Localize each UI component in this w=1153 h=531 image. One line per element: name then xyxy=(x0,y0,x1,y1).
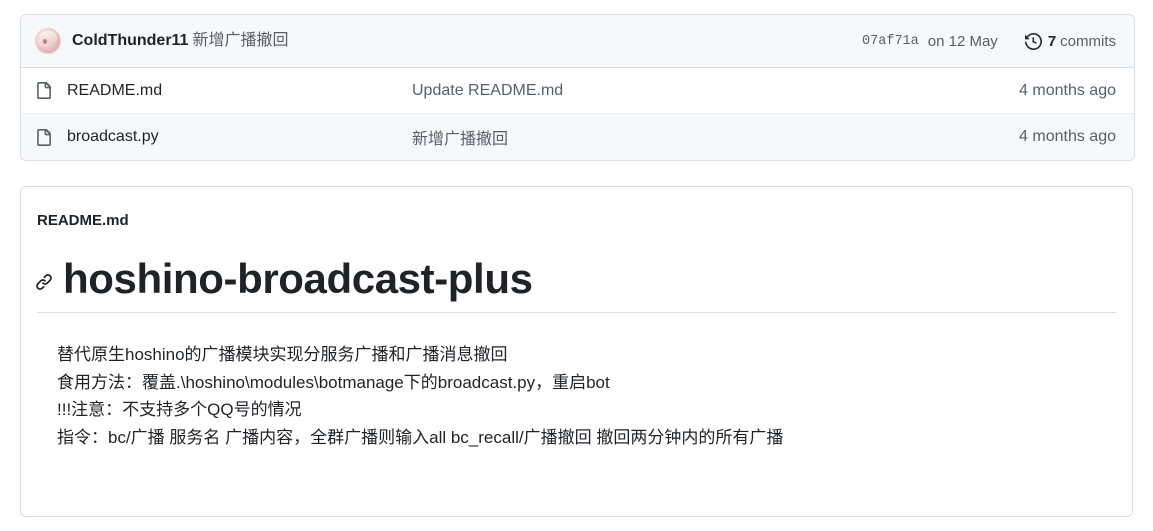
file-icon xyxy=(35,128,57,146)
latest-commit-header: ColdThunder11 新增广播撤回 07af71a on 12 May 7 … xyxy=(21,15,1134,68)
file-name-link[interactable]: broadcast.py xyxy=(67,128,412,146)
heading-divider xyxy=(37,312,1116,314)
commit-author-link[interactable]: ColdThunder11 xyxy=(72,32,188,49)
commits-history-link[interactable]: 7 commits xyxy=(1024,32,1116,50)
commits-count: 7 xyxy=(1047,32,1057,50)
commit-date: on 12 May xyxy=(927,32,998,50)
file-icon xyxy=(35,82,57,99)
readme-paragraph: 替代原生hoshino的广播模块实现分服务广播和广播消息撤回 食用方法：覆盖.\… xyxy=(35,341,1118,451)
file-updated-time: 4 months ago xyxy=(1019,81,1116,99)
file-name-link[interactable]: README.md xyxy=(67,82,412,100)
repository-file-browser: ColdThunder11 新增广播撤回 07af71a on 12 May 7 … xyxy=(0,0,1153,531)
readme-heading-row: hoshino-broadcast-plus xyxy=(35,255,1118,303)
readme-line: !!!注意：不支持多个QQ号的情况 xyxy=(57,400,302,420)
readme-line: 指令：bc/广播 服务名 广播内容，全群广播则输入all bc_recall/广… xyxy=(57,427,784,447)
readme-card: README.md hoshino-broadcast-plus 替代原生hos… xyxy=(20,186,1133,517)
latest-commit-title: ColdThunder11 新增广播撤回 xyxy=(72,31,288,52)
readme-heading: hoshino-broadcast-plus xyxy=(63,255,533,302)
link-icon[interactable] xyxy=(35,273,57,291)
readme-line: 食用方法：覆盖.\hoshino\modules\botmanage下的broa… xyxy=(57,372,610,392)
commit-message-link[interactable]: 新增广播撤回 xyxy=(192,32,288,49)
file-updated-time: 4 months ago xyxy=(1019,128,1116,145)
history-icon xyxy=(1024,32,1042,50)
readme-content: hoshino-broadcast-plus 替代原生hoshino的广播模块实… xyxy=(35,255,1118,451)
commits-label: commits xyxy=(1060,32,1116,50)
readme-line: 替代原生hoshino的广播模块实现分服务广播和广播消息撤回 xyxy=(57,345,508,365)
table-row[interactable]: broadcast.py 新增广播撤回 4 months ago xyxy=(21,114,1134,160)
readme-title: README.md xyxy=(37,212,129,229)
table-row[interactable]: README.md Update README.md 4 months ago xyxy=(21,68,1134,114)
commit-meta: 07af71a on 12 May 7 commits xyxy=(862,33,1116,50)
commit-sha-link[interactable]: 07af71a xyxy=(862,34,919,49)
file-listing-card: ColdThunder11 新增广播撤回 07af71a on 12 May 7 … xyxy=(20,14,1135,161)
file-commit-message-link[interactable]: Update README.md xyxy=(412,82,1019,100)
file-commit-message-link[interactable]: 新增广播撤回 xyxy=(412,125,1019,149)
avatar[interactable] xyxy=(35,28,61,54)
